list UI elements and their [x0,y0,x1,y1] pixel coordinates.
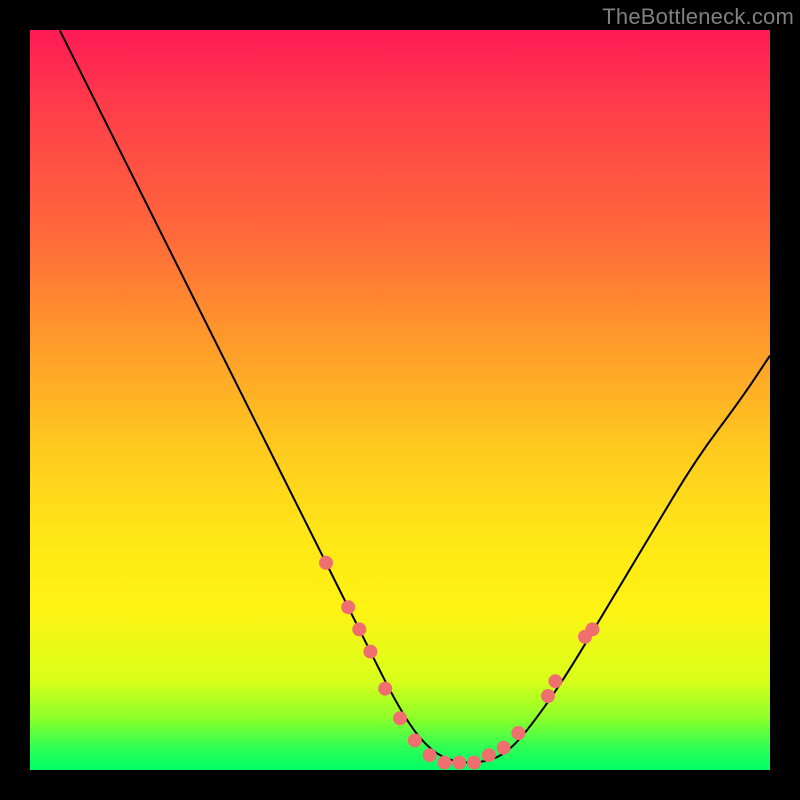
bottleneck-curve [60,30,770,763]
curve-marker [541,689,555,703]
curve-marker [363,645,377,659]
chart-svg [30,30,770,770]
curve-marker [452,756,466,770]
outer-frame: TheBottleneck.com [0,0,800,800]
curve-marker [408,733,422,747]
curve-marker [467,756,481,770]
curve-marker [497,741,511,755]
curve-marker [437,756,451,770]
curve-marker [341,600,355,614]
curve-marker [423,748,437,762]
plot-area [30,30,770,770]
curve-marker [393,711,407,725]
curve-marker [378,682,392,696]
curve-marker [511,726,525,740]
watermark-text: TheBottleneck.com [602,4,794,30]
curve-marker [482,748,496,762]
curve-marker [548,674,562,688]
curve-marker [585,622,599,636]
curve-markers [319,556,599,770]
curve-marker [319,556,333,570]
curve-marker [352,622,366,636]
